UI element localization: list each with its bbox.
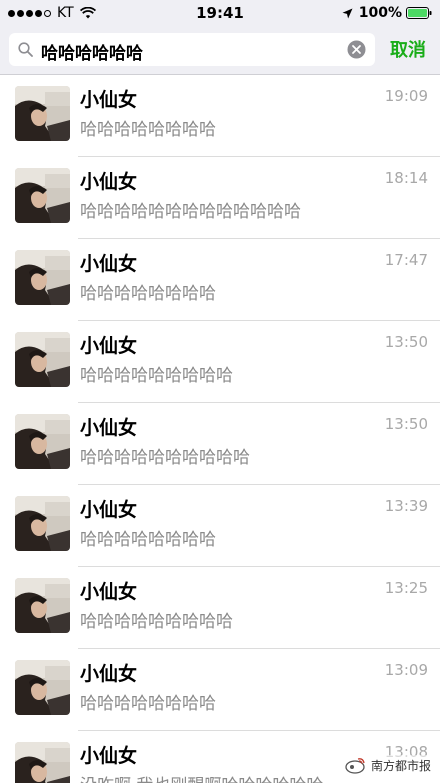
search-icon	[18, 42, 33, 57]
chat-result-row[interactable]: 小仙女 13:09 哈哈哈哈哈哈哈哈	[0, 649, 440, 731]
message-preview: 哈哈哈哈哈哈哈哈哈	[80, 612, 233, 632]
chat-result-row[interactable]: 小仙女 18:14 哈哈哈哈哈哈哈哈哈哈哈哈哈	[0, 157, 440, 239]
avatar[interactable]	[15, 742, 70, 783]
chat-result-row[interactable]: 小仙女 13:50 哈哈哈哈哈哈哈哈哈哈	[0, 403, 440, 485]
message-preview: 没咋啊 我也刚醒啊哈哈哈哈哈哈	[80, 771, 323, 783]
chat-result-row[interactable]: 小仙女 19:09 哈哈哈哈哈哈哈哈	[0, 75, 440, 157]
message-time: 17:47	[384, 251, 428, 269]
avatar[interactable]	[15, 86, 70, 141]
avatar[interactable]	[15, 332, 70, 387]
chat-result-row[interactable]: 小仙女 13:25 哈哈哈哈哈哈哈哈哈	[0, 567, 440, 649]
avatar[interactable]	[15, 168, 70, 223]
location-arrow-icon	[342, 8, 353, 18]
avatar[interactable]	[15, 578, 70, 633]
contact-name: 小仙女	[80, 581, 138, 603]
message-time: 13:09	[384, 661, 428, 679]
message-preview: 哈哈哈哈哈哈哈哈哈哈	[80, 448, 250, 468]
avatar[interactable]	[15, 660, 70, 715]
contact-name: 小仙女	[80, 335, 138, 357]
message-preview: 哈哈哈哈哈哈哈哈哈哈哈哈哈	[80, 202, 301, 222]
status-bar: KT 19:41 100%	[0, 0, 440, 26]
message-time: 13:50	[384, 415, 428, 433]
message-time: 18:14	[384, 169, 428, 187]
contact-name: 小仙女	[80, 253, 138, 275]
search-results-list: 小仙女 19:09 哈哈哈哈哈哈哈哈 小仙女 18:14 哈哈哈哈哈哈哈哈哈哈哈…	[0, 75, 440, 783]
chat-result-row[interactable]: 小仙女 13:39 哈哈哈哈哈哈哈哈	[0, 485, 440, 567]
chat-result-row[interactable]: 小仙女 13:50 哈哈哈哈哈哈哈哈哈	[0, 321, 440, 403]
status-right: 100%	[342, 4, 432, 22]
search-bar: 哈哈哈哈哈哈 取消	[0, 26, 440, 75]
message-preview: 哈哈哈哈哈哈哈哈	[80, 120, 216, 140]
message-time: 13:25	[384, 579, 428, 597]
avatar[interactable]	[15, 250, 70, 305]
newspaper-logo-icon	[345, 758, 365, 774]
search-screen: KT 19:41 100% 哈哈哈哈哈哈 取消 小仙女 19:09 哈哈哈哈哈哈…	[0, 0, 440, 783]
contact-name: 小仙女	[80, 89, 138, 111]
contact-name: 小仙女	[80, 745, 138, 767]
message-time: 13:39	[384, 497, 428, 515]
clear-search-icon[interactable]	[347, 40, 366, 59]
battery-percentage: 100%	[358, 5, 402, 21]
battery-icon	[406, 7, 432, 19]
message-preview: 哈哈哈哈哈哈哈哈	[80, 530, 216, 550]
chat-result-row[interactable]: 小仙女 17:47 哈哈哈哈哈哈哈哈	[0, 239, 440, 321]
message-preview: 哈哈哈哈哈哈哈哈	[80, 694, 216, 714]
contact-name: 小仙女	[80, 663, 138, 685]
contact-name: 小仙女	[80, 499, 138, 521]
contact-name: 小仙女	[80, 417, 138, 439]
watermark-text: 南方都市报	[370, 758, 431, 773]
avatar[interactable]	[15, 414, 70, 469]
search-input[interactable]: 哈哈哈哈哈哈	[9, 33, 375, 66]
contact-name: 小仙女	[80, 171, 138, 193]
message-preview: 哈哈哈哈哈哈哈哈哈	[80, 366, 233, 386]
avatar[interactable]	[15, 496, 70, 551]
message-preview: 哈哈哈哈哈哈哈哈	[80, 284, 216, 304]
cancel-button[interactable]: 取消	[390, 36, 426, 62]
search-query: 哈哈哈哈哈哈	[41, 44, 143, 64]
message-time: 13:50	[384, 333, 428, 351]
message-time: 19:09	[384, 87, 428, 105]
watermark: 南方都市报	[340, 755, 434, 775]
